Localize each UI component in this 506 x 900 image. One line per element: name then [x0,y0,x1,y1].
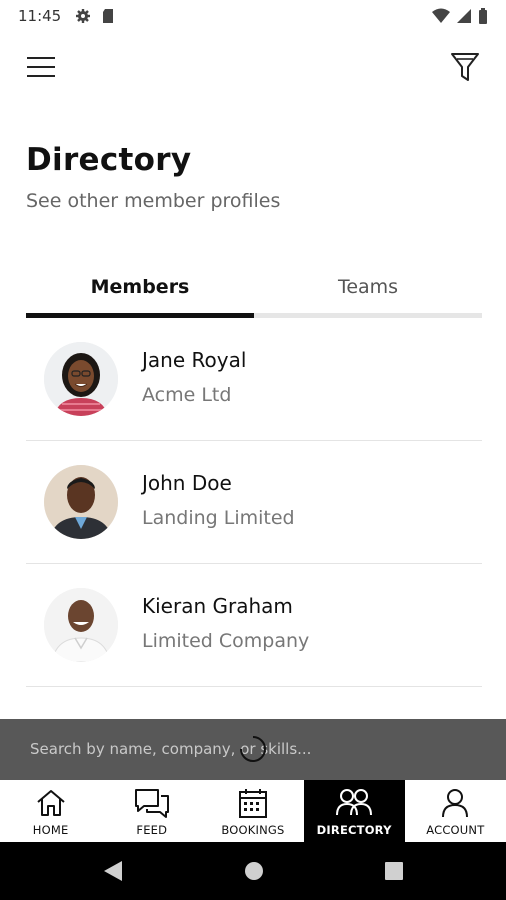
nav-bookings[interactable]: BOOKINGS [202,780,303,842]
chat-icon [134,789,169,818]
member-list-item[interactable]: Jane Royal Acme Ltd [26,318,482,441]
bottom-navigation: HOME FEED BOOKINGS DIRECTORY ACCOUNT [0,780,506,842]
tab-members[interactable]: Members [26,268,254,318]
nav-directory-label: DIRECTORY [316,823,392,837]
sd-card-status-icon [103,9,114,23]
wifi-icon [432,8,450,23]
member-company: Acme Ltd [142,384,232,406]
home-circle-icon[interactable] [243,859,265,883]
directory-tabs: Members Teams [26,268,482,318]
settings-status-icon [76,9,91,23]
member-company: Landing Limited [142,507,295,529]
tab-members-label: Members [90,276,190,298]
avatar [44,588,118,662]
nav-feed[interactable]: FEED [101,780,202,842]
member-name: John Doe [142,471,232,495]
signal-icon [457,9,471,23]
calendar-icon [238,789,267,818]
member-name: Kieran Graham [142,594,293,618]
member-list-item[interactable]: Kieran Graham Limited Company [26,564,482,687]
member-company: Limited Company [142,630,310,652]
nav-account-label: ACCOUNT [426,823,485,837]
nav-feed-label: FEED [136,823,168,837]
avatar [44,342,118,416]
nav-home[interactable]: HOME [0,780,101,842]
status-time: 11:45 [18,7,62,25]
member-name: Jane Royal [142,348,247,372]
nav-directory[interactable]: DIRECTORY [303,780,405,842]
app-bar [0,40,506,96]
loading-spinner-icon [240,736,266,762]
member-list-item[interactable]: John Doe Landing Limited [26,441,482,564]
filter-icon[interactable] [450,50,480,84]
system-navigation-bar [0,842,506,900]
people-icon [336,789,373,816]
status-indicators [432,8,488,24]
page-subtitle: See other member profiles [26,190,281,212]
back-icon[interactable] [102,859,124,883]
page-title: Directory [26,142,192,178]
avatar [44,465,118,539]
status-bar: 11:45 [0,0,506,32]
home-icon [36,790,65,816]
person-icon [442,789,469,818]
recents-icon[interactable] [383,859,405,883]
tab-teams-label: Teams [337,276,399,298]
battery-icon [479,8,487,24]
member-list: Jane Royal Acme Ltd John Doe Landing Lim… [26,318,482,687]
tab-teams[interactable]: Teams [254,268,482,318]
nav-account[interactable]: ACCOUNT [405,780,506,842]
nav-bookings-label: BOOKINGS [221,823,285,837]
hamburger-menu-icon[interactable] [26,52,56,82]
nav-home-label: HOME [32,823,69,837]
